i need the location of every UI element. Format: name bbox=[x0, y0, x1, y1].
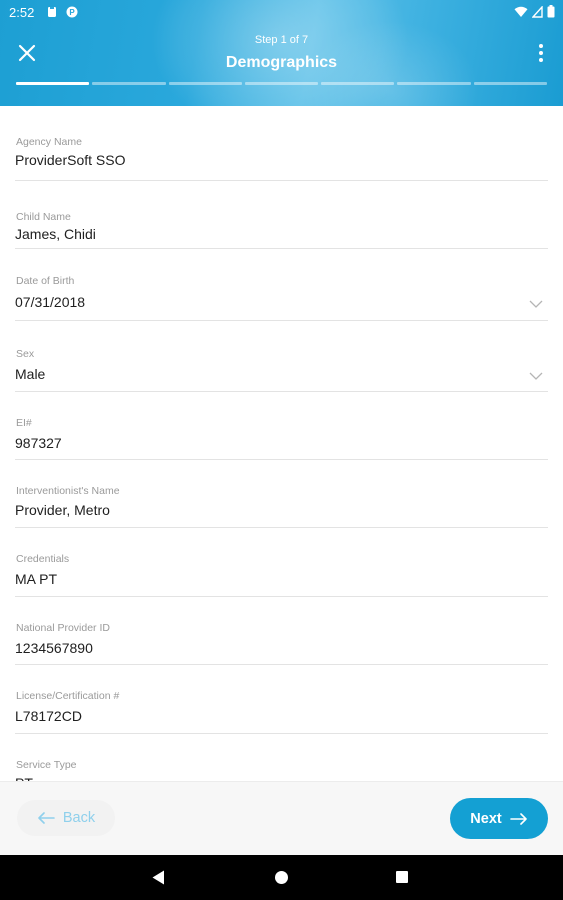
form-field[interactable]: Service TypePT bbox=[15, 734, 548, 781]
demographics-form: Agency Name ProviderSoft SSO Child Name Jam… bbox=[0, 106, 563, 781]
form-field[interactable]: Child Name James, Chidi bbox=[15, 181, 548, 249]
more-vertical-icon bbox=[539, 44, 543, 62]
status-bar: 2:52 P bbox=[0, 0, 563, 26]
wifi-icon bbox=[514, 6, 528, 17]
form-field[interactable]: Sex Male bbox=[15, 321, 548, 392]
chevron-down-icon[interactable] bbox=[529, 297, 543, 311]
progress-segment bbox=[244, 82, 319, 85]
battery-icon bbox=[547, 5, 555, 18]
progress-segment bbox=[168, 82, 242, 85]
field-label: Credentials bbox=[16, 553, 70, 565]
field-label: EI# bbox=[16, 417, 32, 429]
footer-action-bar: Back Next bbox=[0, 781, 563, 855]
step-progress-bar bbox=[16, 82, 547, 85]
app-header: 2:52 P Step 1 of 7 Demographics bbox=[0, 0, 563, 106]
nav-back-icon[interactable] bbox=[152, 870, 165, 885]
next-button-label: Next bbox=[470, 810, 502, 827]
field-label: Service Type bbox=[16, 759, 77, 771]
arrow-right-icon bbox=[509, 812, 527, 825]
nav-recents-icon[interactable] bbox=[396, 871, 408, 883]
app-notification-icon: P bbox=[66, 6, 78, 18]
form-field[interactable]: Agency Name ProviderSoft SSO bbox=[15, 106, 548, 181]
field-label: License/Certification # bbox=[16, 690, 120, 702]
back-button[interactable]: Back bbox=[17, 800, 115, 836]
page-title: Demographics bbox=[225, 54, 338, 71]
field-value[interactable]: 1234567890 bbox=[15, 640, 93, 656]
form-field[interactable]: Credentials MA PT bbox=[15, 528, 548, 597]
screen: 2:52 P Step 1 of 7 Demographics Agency N… bbox=[0, 0, 563, 900]
form-field[interactable]: Interventionist's Name Provider, Metro bbox=[15, 460, 548, 528]
field-value[interactable]: 987327 bbox=[15, 435, 62, 451]
arrow-left-icon bbox=[38, 812, 55, 824]
progress-segment bbox=[321, 82, 395, 85]
form-field[interactable]: National Provider ID 1234567890 bbox=[15, 597, 548, 665]
back-button-label: Back bbox=[62, 810, 96, 826]
form-field[interactable]: EI# 987327 bbox=[15, 392, 548, 460]
progress-segment bbox=[92, 82, 166, 85]
field-label: National Provider ID bbox=[16, 622, 110, 634]
field-value[interactable]: Male bbox=[15, 366, 45, 382]
system-navigation-bar bbox=[0, 855, 563, 900]
chevron-down-icon[interactable] bbox=[529, 369, 543, 383]
status-time: 2:52 bbox=[9, 5, 35, 20]
nav-home-icon[interactable] bbox=[275, 871, 288, 884]
field-label: Child Name bbox=[16, 211, 71, 223]
field-value[interactable]: ProviderSoft SSO bbox=[15, 152, 126, 168]
cellular-signal-icon bbox=[532, 5, 543, 18]
progress-segment bbox=[16, 82, 90, 85]
step-indicator: Step 1 of 7 bbox=[254, 34, 309, 46]
overflow-menu-button[interactable] bbox=[533, 40, 549, 66]
field-value[interactable]: L78172CD bbox=[15, 708, 82, 724]
field-value[interactable]: Provider, Metro bbox=[15, 502, 110, 518]
field-label: Date of Birth bbox=[16, 275, 75, 287]
field-value[interactable]: MA PT bbox=[15, 571, 57, 587]
field-value[interactable]: James, Chidi bbox=[15, 226, 96, 242]
field-label: Interventionist's Name bbox=[16, 485, 120, 497]
next-button[interactable]: Next bbox=[450, 798, 548, 839]
form-field[interactable]: Date of Birth 07/31/2018 bbox=[15, 249, 548, 321]
form-field[interactable]: License/Certification # L78172CD bbox=[15, 665, 548, 734]
notification-icon bbox=[48, 7, 56, 17]
field-label: Sex bbox=[16, 348, 35, 360]
field-value[interactable]: 07/31/2018 bbox=[15, 294, 85, 310]
field-label: Agency Name bbox=[16, 136, 82, 148]
progress-segment bbox=[397, 82, 471, 85]
progress-segment bbox=[473, 82, 547, 85]
svg-text:P: P bbox=[69, 8, 75, 17]
